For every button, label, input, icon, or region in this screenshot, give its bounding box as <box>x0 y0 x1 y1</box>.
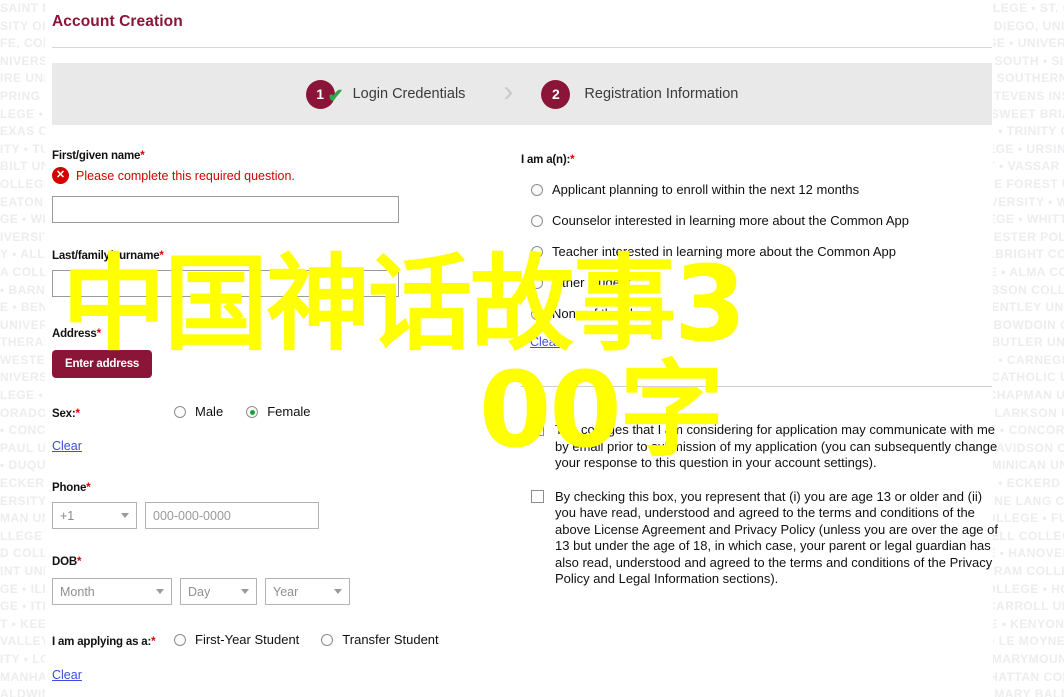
i-am-a-option-none[interactable]: None of the above <box>531 307 909 321</box>
check-icon: ✔ <box>327 85 344 107</box>
step-registration-information[interactable]: 2 Registration Information <box>541 63 738 125</box>
error-x-icon: ✕ <box>52 167 69 184</box>
radio-icon[interactable] <box>531 308 543 320</box>
first-name-error: ✕ Please complete this required question… <box>52 167 295 184</box>
sex-label-text: Sex: <box>52 408 76 420</box>
applying-as-label: I am applying as a:* <box>52 636 156 648</box>
sex-label: Sex:* <box>52 408 80 420</box>
section-divider <box>521 386 992 387</box>
step-1-label: Login Credentials <box>352 86 466 102</box>
consent-terms-agreement-text: By checking this box, you represent that… <box>555 488 998 587</box>
phone-label: Phone* <box>52 482 91 494</box>
dob-label-text: DOB <box>52 556 77 568</box>
consent-email-communication-text: The colleges that I am considering for a… <box>555 422 998 470</box>
error-message-text: Please complete this required question. <box>76 168 295 183</box>
i-am-a-radio-group: Applicant planning to enroll within the … <box>531 183 909 338</box>
dob-label: DOB* <box>52 556 81 568</box>
sex-option-male-label: Male <box>195 404 224 419</box>
radio-icon[interactable] <box>531 215 543 227</box>
i-am-a-option-other-student-label: Other student <box>552 275 631 290</box>
consent-checkbox-group: The colleges that I am considering for a… <box>531 422 999 605</box>
enter-address-button[interactable]: Enter address <box>52 350 153 378</box>
radio-icon[interactable] <box>531 246 543 258</box>
dob-month-select[interactable]: Month <box>52 578 172 605</box>
i-am-a-label-text: I am a(n): <box>521 154 571 166</box>
required-asterisk: * <box>76 556 82 568</box>
radio-icon[interactable] <box>321 634 334 646</box>
required-asterisk: * <box>159 250 164 262</box>
i-am-a-option-counselor-label: Counselor interested in learning more ab… <box>552 213 909 228</box>
page-root: Account Creation 1 ✔ Login Credentials ›… <box>0 0 1064 697</box>
address-label-text: Address <box>52 328 97 340</box>
dob-year-value: Year <box>273 584 299 599</box>
i-am-a-option-teacher[interactable]: Teacher interested in learning more abou… <box>531 245 909 259</box>
applying-option-transfer-label: Transfer Student <box>342 632 439 647</box>
checkbox-icon[interactable] <box>531 423 544 436</box>
chevron-down-icon <box>156 589 164 594</box>
applying-as-radio-group: First-Year Student Transfer Student <box>174 633 439 647</box>
sex-option-female[interactable]: Female <box>246 404 311 419</box>
address-label: Address* <box>52 328 101 340</box>
last-name-label-text: Last/family/surname <box>52 250 160 262</box>
phone-country-code-select[interactable]: +1 <box>52 502 137 529</box>
dob-year-select[interactable]: Year <box>265 578 350 605</box>
required-asterisk: * <box>86 482 91 494</box>
dob-day-value: Day <box>188 584 211 599</box>
sex-option-male[interactable]: Male <box>174 405 223 419</box>
i-am-a-option-teacher-label: Teacher interested in learning more abou… <box>552 244 896 259</box>
i-am-a-option-counselor[interactable]: Counselor interested in learning more ab… <box>531 214 909 228</box>
applying-as-clear-link[interactable]: Clear <box>52 668 82 682</box>
radio-icon[interactable] <box>531 277 543 289</box>
first-name-label-text: First/given name <box>52 150 141 162</box>
step-login-credentials[interactable]: 1 ✔ Login Credentials <box>305 63 466 125</box>
required-asterisk: * <box>75 408 80 420</box>
chevron-down-icon <box>334 589 342 594</box>
last-name-label: Last/family/surname* <box>52 250 164 262</box>
i-am-a-option-applicant-label: Applicant planning to enroll within the … <box>552 182 860 197</box>
applying-option-first-year-label: First-Year Student <box>195 632 300 647</box>
last-name-input[interactable] <box>52 270 399 297</box>
sex-option-female-label: Female <box>267 404 311 419</box>
consent-terms-agreement[interactable]: By checking this box, you represent that… <box>531 489 999 588</box>
dob-month-value: Month <box>60 584 95 599</box>
phone-number-input[interactable]: 000-000-0000 <box>145 502 319 529</box>
radio-icon[interactable] <box>174 634 186 646</box>
phone-country-code-value: +1 <box>60 508 75 523</box>
chevron-down-icon <box>121 513 129 518</box>
radio-icon-selected[interactable] <box>246 406 259 418</box>
radio-icon[interactable] <box>531 184 543 196</box>
progress-stepper: 1 ✔ Login Credentials › 2 Registration I… <box>52 63 992 125</box>
required-asterisk: * <box>151 636 156 648</box>
i-am-a-option-other-student[interactable]: Other student <box>531 276 909 290</box>
page-title: Account Creation <box>52 13 183 30</box>
first-name-label: First/given name* <box>52 150 145 162</box>
applying-as-label-text: I am applying as a: <box>52 636 152 648</box>
i-am-a-option-applicant[interactable]: Applicant planning to enroll within the … <box>531 183 909 197</box>
sex-radio-group: Male Female <box>174 405 311 419</box>
dob-select-group: Month Day Year <box>52 578 350 605</box>
chevron-right-icon: › <box>503 75 514 108</box>
consent-email-communication[interactable]: The colleges that I am considering for a… <box>531 422 999 472</box>
applying-option-transfer[interactable]: Transfer Student <box>321 632 439 647</box>
step-2-number: 2 <box>541 79 571 109</box>
phone-number-placeholder: 000-000-0000 <box>153 508 231 523</box>
sex-clear-link[interactable]: Clear <box>52 439 82 453</box>
required-asterisk: * <box>96 328 101 340</box>
step-2-label: Registration Information <box>584 86 739 102</box>
applying-option-first-year[interactable]: First-Year Student <box>174 633 299 647</box>
chevron-down-icon <box>241 589 249 594</box>
i-am-a-option-none-label: None of the above <box>552 306 659 321</box>
dob-day-select[interactable]: Day <box>180 578 257 605</box>
phone-input-group: +1 000-000-0000 <box>52 502 319 529</box>
radio-icon[interactable] <box>174 406 186 418</box>
i-am-a-label: I am a(n):* <box>521 154 575 166</box>
first-name-input[interactable] <box>52 196 399 223</box>
required-asterisk: * <box>140 150 145 162</box>
i-am-a-clear-link[interactable]: Clear <box>530 335 560 349</box>
phone-label-text: Phone <box>52 482 87 494</box>
required-asterisk: * <box>570 154 575 166</box>
title-divider <box>52 47 992 48</box>
checkbox-icon[interactable] <box>531 489 544 503</box>
